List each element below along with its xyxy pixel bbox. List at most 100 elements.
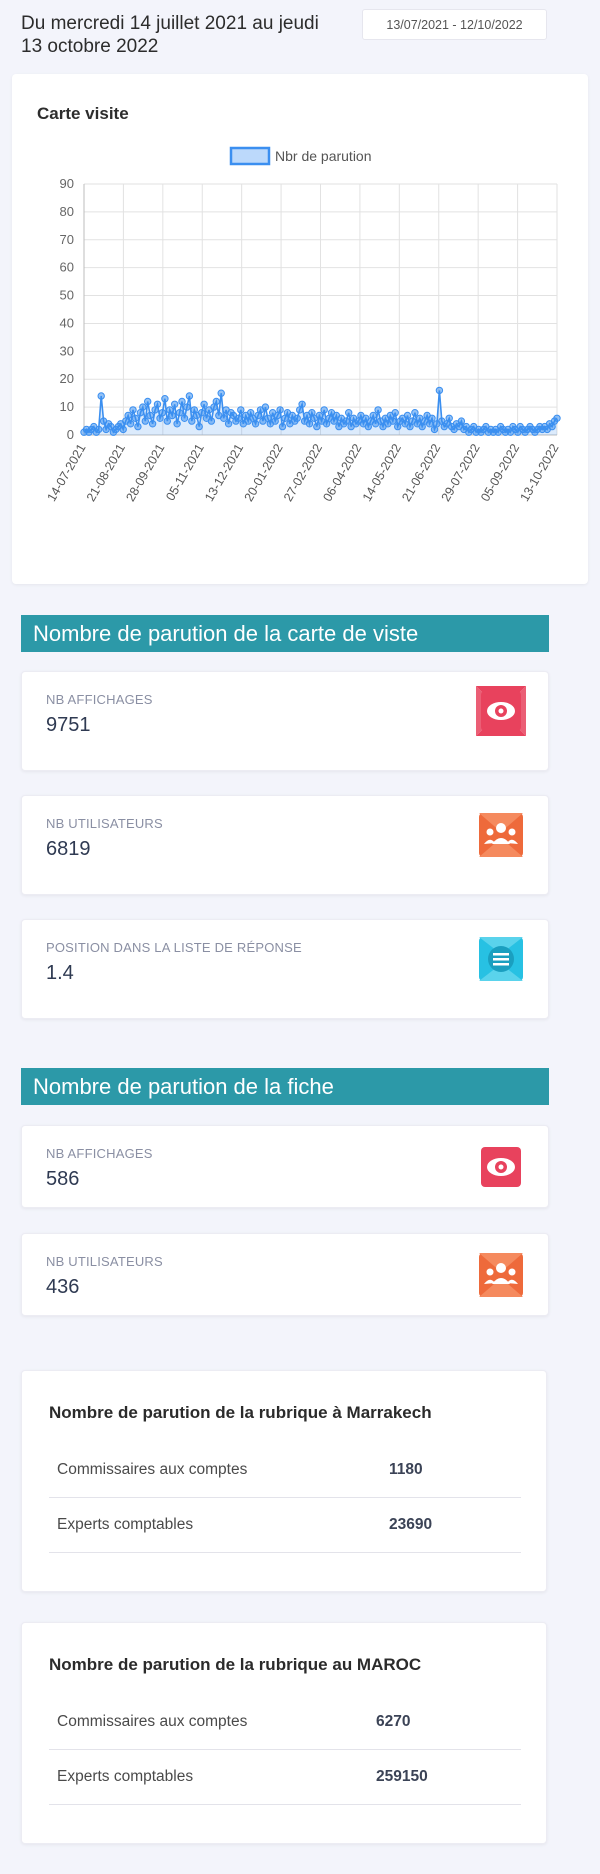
rubrique-title: Nombre de parution de la rubrique au MAR…	[49, 1655, 422, 1674]
stat-label: NB UTILISATEURS	[46, 1254, 163, 1269]
data-point	[298, 400, 306, 408]
data-point	[171, 400, 179, 408]
date-range-title: Du mercredi 14 juillet 2021 au jeudi 13 …	[21, 13, 319, 57]
data-point	[178, 397, 186, 406]
data-point	[224, 420, 233, 428]
chart-card-title: Carte visite	[37, 104, 129, 123]
data-point	[129, 406, 137, 414]
data-point	[278, 422, 287, 431]
rubrique-value: 259150	[376, 1768, 428, 1785]
data-point	[428, 414, 436, 422]
data-point	[217, 389, 225, 397]
data-point	[342, 417, 350, 425]
data-point	[403, 411, 412, 420]
users-icon	[479, 813, 523, 857]
x-tick-label: 14-07-2021	[44, 441, 88, 503]
table-row: Commissaires aux comptes 1180	[49, 1443, 521, 1498]
data-point	[293, 414, 301, 422]
data-point	[146, 411, 154, 420]
legend-swatch	[229, 146, 271, 166]
data-point	[411, 409, 419, 417]
rubrique-value: 1180	[389, 1461, 423, 1478]
x-tick-label: 27-02-2022	[281, 441, 325, 503]
x-tick-label: 05-11-2021	[163, 441, 207, 503]
data-point	[237, 406, 245, 414]
data-point	[131, 414, 140, 422]
y-tick-label: 80	[60, 204, 74, 219]
users-icon	[479, 1253, 523, 1297]
data-point	[139, 403, 147, 411]
data-point	[207, 417, 216, 425]
y-tick-label: 20	[60, 371, 74, 386]
data-point	[183, 403, 191, 411]
data-point	[134, 422, 142, 431]
data-point	[320, 406, 328, 414]
x-tick-label: 13-10-2022	[517, 441, 561, 503]
data-point	[180, 414, 189, 422]
y-tick-label: 40	[60, 315, 74, 330]
stat-value: 9751	[46, 714, 91, 736]
data-point	[188, 417, 196, 425]
data-point	[148, 420, 157, 428]
data-point	[195, 422, 203, 431]
x-tick-label: 20-01-2022	[242, 441, 286, 503]
eye-icon	[481, 1147, 521, 1187]
data-point	[144, 397, 152, 406]
x-tick-label: 14-05-2022	[360, 441, 404, 503]
list-icon	[479, 937, 523, 981]
y-tick-label: 60	[60, 260, 74, 275]
data-point	[374, 406, 382, 414]
y-tick-label: 90	[60, 176, 74, 191]
x-tick-label: 21-06-2022	[399, 441, 443, 503]
data-point	[234, 414, 243, 422]
data-point	[212, 397, 221, 406]
data-point	[457, 417, 466, 425]
data-point	[173, 420, 181, 428]
data-point	[197, 409, 206, 417]
stat-label: NB AFFICHAGES	[46, 692, 153, 707]
rubrique-card-maroc: Nombre de parution de la rubrique au MAR…	[21, 1622, 547, 1844]
table-row: Experts comptables 23690	[49, 1498, 521, 1553]
data-point	[345, 409, 353, 417]
data-point	[435, 386, 444, 395]
x-tick-label: 06-04-2022	[320, 441, 364, 503]
data-point	[389, 417, 397, 425]
data-point	[220, 414, 228, 422]
data-point	[313, 422, 321, 431]
section-header-carte-visite: Nombre de parution de la carte de viste	[21, 615, 549, 652]
y-tick-label: 70	[60, 232, 74, 247]
data-point	[161, 395, 169, 403]
stat-label: POSITION DANS LA LISTE DE RÉPONSE	[46, 940, 302, 955]
data-point	[158, 409, 167, 417]
rubrique-value: 6270	[376, 1713, 411, 1730]
data-point	[141, 417, 150, 425]
section-header-fiche: Nombre de parution de la fiche	[21, 1068, 549, 1105]
data-point	[445, 414, 453, 422]
rubrique-value: 23690	[389, 1516, 433, 1533]
rubrique-name: Commissaires aux comptes	[57, 1461, 248, 1478]
stat-card-utilisateurs-fiche: NB UTILISATEURS 436	[21, 1233, 549, 1316]
x-tick-label: 21-08-2021	[84, 441, 128, 503]
stat-card-affichages: NB AFFICHAGES 9751	[21, 671, 549, 771]
data-point	[126, 420, 135, 428]
data-point	[185, 392, 194, 400]
rubrique-card-marrakech: Nombre de parution de la rubrique à Marr…	[21, 1370, 547, 1592]
rubrique-name: Experts comptables	[57, 1516, 194, 1533]
date-range-picker[interactable]: 13/07/2021 - 12/10/2022	[362, 9, 547, 40]
rubrique-title: Nombre de parution de la rubrique à Marr…	[49, 1403, 432, 1422]
line-chart: 010203040506070809014-07-202121-08-20212…	[44, 146, 562, 504]
data-point	[124, 411, 132, 420]
x-tick-label: 05-09-2022	[478, 441, 522, 503]
stat-card-position: POSITION DANS LA LISTE DE RÉPONSE 1.4	[21, 919, 549, 1019]
stat-card-utilisateurs: NB UTILISATEURS 6819	[21, 795, 549, 895]
stat-card-affichages-fiche: NB AFFICHAGES 586	[21, 1125, 549, 1208]
stat-value: 6819	[46, 838, 91, 860]
data-point	[200, 400, 208, 408]
x-tick-label: 29-07-2022	[439, 441, 483, 503]
data-point	[95, 425, 103, 434]
data-point	[168, 411, 176, 420]
data-point	[251, 420, 260, 428]
data-point	[305, 420, 314, 428]
stat-label: NB UTILISATEURS	[46, 816, 163, 831]
stat-value: 1.4	[46, 962, 74, 984]
